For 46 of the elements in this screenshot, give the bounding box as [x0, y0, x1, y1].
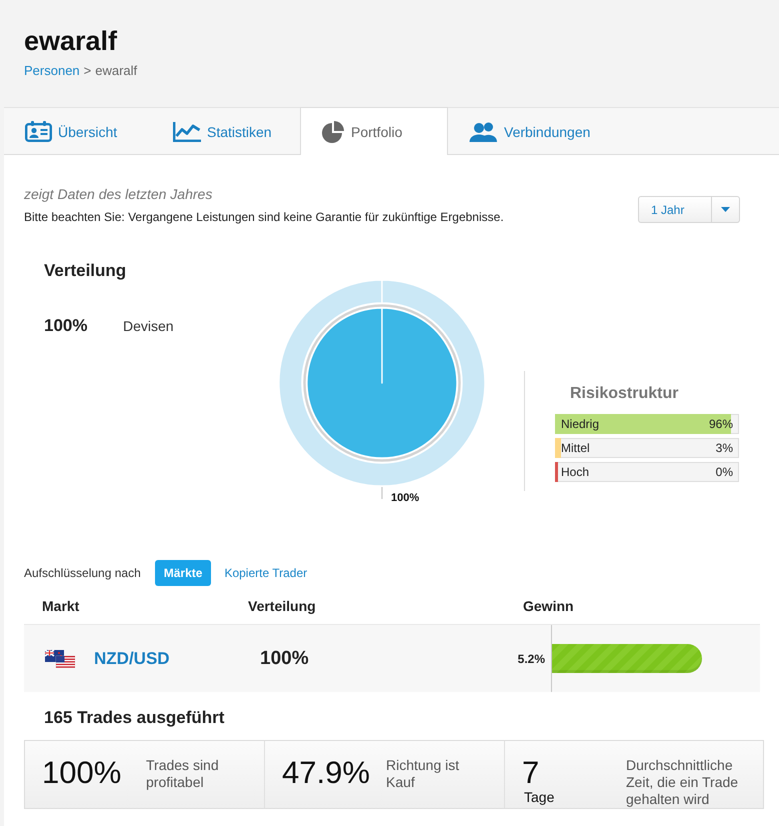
risk-label: Hoch	[560, 464, 590, 480]
tab[interactable]: Portfolio	[300, 107, 448, 155]
stat-value: 47.9%	[282, 757, 370, 789]
dropdown-toggle[interactable]	[712, 196, 740, 223]
risk-label: Mittel	[560, 440, 590, 456]
people-icon	[469, 122, 498, 142]
filter-button[interactable]: Märkte	[154, 560, 212, 586]
data-label: 100%	[391, 492, 420, 504]
stat-caption: Durchschnittliche Zeit, die ein Trade gehalten wird	[626, 757, 740, 808]
profit-value: 5.2%	[518, 652, 545, 666]
line-chart-icon	[173, 122, 201, 142]
caret-icon	[721, 207, 730, 212]
risk-title: Risikostruktur	[570, 384, 678, 404]
flag-icon	[45, 650, 75, 668]
tab[interactable]: Übersicht	[4, 107, 152, 155]
risk-label: Niedrig	[560, 416, 600, 432]
stat-unit: Tage	[524, 789, 554, 805]
period-notice: zeigt Daten des letzten Jahres	[24, 185, 214, 203]
legend-value: 100%	[44, 316, 88, 336]
id-card-icon	[25, 121, 52, 142]
market-share: 100%	[260, 648, 309, 670]
breadcrumb-separator: >	[84, 63, 92, 79]
profile-name: ewaralf	[24, 25, 118, 57]
stat-caption: Trades sind profitabel	[146, 757, 220, 792]
stat-value: 100%	[42, 757, 122, 789]
column-header: Markt	[42, 598, 80, 614]
column-header: Verteilung	[248, 598, 316, 614]
period-select[interactable]: 1 Jahr	[638, 196, 712, 223]
leader-line	[381, 487, 383, 499]
market-link[interactable]: NZD/USD	[94, 648, 170, 668]
section-title: Verteilung	[44, 261, 126, 281]
stat-caption: Richtung ist Kauf	[386, 757, 460, 792]
risk-value: 3%	[716, 440, 734, 456]
tab[interactable]: Verbindungen	[448, 107, 596, 155]
tab[interactable]: Statistiken	[152, 107, 300, 155]
breakdown-label: Aufschlüsselung nach	[24, 566, 141, 580]
filter-button[interactable]: Kopierte Trader	[215, 560, 316, 586]
breadcrumb-current: ewaralf	[95, 63, 138, 79]
trades-title: 165 Trades ausgeführt	[44, 708, 224, 728]
stat-value: 7	[522, 757, 540, 789]
column-header: Gewinn	[523, 598, 574, 614]
disclaimer-text: Bitte beachten Sie: Vergangene Leistungen sind keine Garantie für zukünftige Ergebnisse.	[24, 209, 504, 225]
breadcrumb-link[interactable]: Personen	[24, 63, 80, 79]
legend-label: Devisen	[123, 318, 174, 334]
risk-value: 0%	[716, 464, 734, 480]
pie-chart-icon	[321, 120, 345, 144]
